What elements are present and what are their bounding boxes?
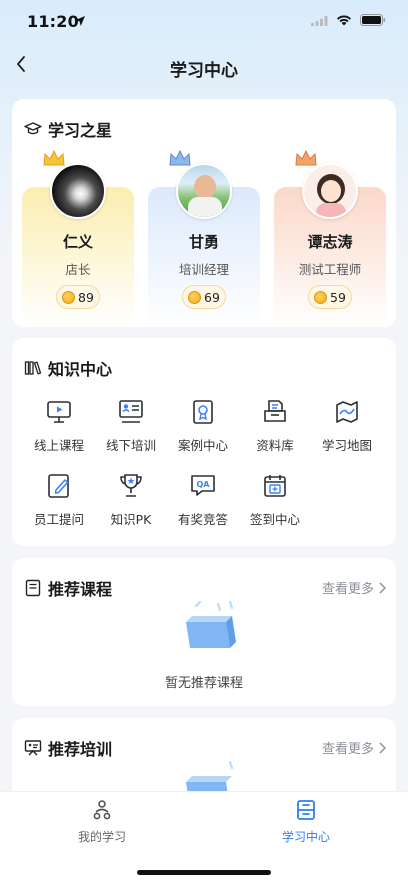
points-value: 69 <box>204 289 220 305</box>
star-card-1[interactable]: 仁义 店长 89 <box>22 149 134 327</box>
grid-item-learning-map[interactable]: 学习地图 <box>311 398 383 454</box>
grid-item-quiz[interactable]: QA 有奖竞答 <box>167 472 239 528</box>
coin-icon <box>188 290 202 304</box>
crown-icon <box>169 149 191 166</box>
study-stars-title: 学习之星 <box>48 121 113 140</box>
grid-item-employee-question[interactable]: 员工提问 <box>23 472 95 528</box>
recommended-training-title: 推荐培训 <box>48 740 113 759</box>
star-name: 谭志涛 <box>307 233 353 251</box>
star-role: 测试工程师 <box>298 262 362 277</box>
grid-label: 线上课程 <box>33 438 84 453</box>
archive-icon <box>264 400 286 422</box>
grid-label: 签到中心 <box>249 512 300 527</box>
points-value: 89 <box>78 289 94 305</box>
grid-label: 案例中心 <box>177 438 228 453</box>
knowledge-center-title: 知识中心 <box>48 360 113 379</box>
classroom-icon <box>119 400 143 423</box>
points-badge: 59 <box>308 285 352 309</box>
knowledge-center-card: 知识中心 线上课程 线下培训 案例中心 资料库 学习地图 员工提问 知识PK Q… <box>12 338 396 546</box>
signal-icon <box>311 15 328 26</box>
avatar <box>176 163 232 219</box>
chevron-right-icon <box>379 741 386 754</box>
battery-icon <box>360 14 386 26</box>
points-value: 59 <box>330 289 346 305</box>
coin-icon <box>314 290 328 304</box>
question-edit-icon <box>48 474 69 498</box>
trophy-icon <box>120 474 142 497</box>
case-icon <box>193 400 213 424</box>
grid-label: 有奖竞答 <box>177 512 228 527</box>
study-stars-header: 学习之星 <box>24 117 112 141</box>
avatar <box>50 163 106 219</box>
crown-icon <box>43 149 65 166</box>
qa-icon: QA <box>191 475 215 496</box>
star-card-2[interactable]: 甘勇 培训经理 69 <box>148 149 260 327</box>
grid-item-case-center[interactable]: 案例中心 <box>167 398 239 454</box>
calendar-sign-icon <box>264 475 286 497</box>
view-more-courses-link[interactable]: 查看更多 <box>322 578 386 597</box>
location-arrow-icon <box>75 16 85 26</box>
study-stars-card: 学习之星 仁义 店长 89 甘勇 培训经理 69 谭志涛 测试工程师 59 <box>12 99 396 327</box>
star-role: 店长 <box>65 262 91 277</box>
nav-bar: 学习中心 <box>0 44 408 92</box>
view-more-label: 查看更多 <box>321 582 374 597</box>
status-indicators <box>311 14 386 26</box>
grid-label: 知识PK <box>110 512 152 527</box>
wifi-icon <box>337 15 351 26</box>
points-badge: 69 <box>182 285 226 309</box>
status-time: 11:20 <box>27 12 79 31</box>
star-name: 仁义 <box>62 233 93 251</box>
grid-item-knowledge-pk[interactable]: 知识PK <box>95 472 167 528</box>
recommended-courses-card: 推荐课程 查看更多 暂无推荐课程 <box>12 558 396 706</box>
view-more-training-link[interactable]: 查看更多 <box>322 738 386 757</box>
points-badge: 89 <box>56 285 100 309</box>
grid-label: 员工提问 <box>33 512 84 527</box>
recommended-training-header: 推荐培训 <box>24 736 112 760</box>
document-icon <box>25 579 41 597</box>
tab-label: 学习中心 <box>281 830 330 844</box>
grid-label: 线下培训 <box>105 438 156 453</box>
grid-item-online-course[interactable]: 线上课程 <box>23 398 95 454</box>
status-bar: 11:20 <box>0 0 408 44</box>
avatar <box>302 163 358 219</box>
chevron-right-icon <box>379 581 386 594</box>
coin-icon <box>62 290 76 304</box>
grid-item-check-in[interactable]: 签到中心 <box>239 472 311 528</box>
video-icon <box>47 401 71 423</box>
people-icon <box>93 800 111 820</box>
recommended-courses-header: 推荐课程 <box>24 576 112 600</box>
star-name: 甘勇 <box>188 233 219 251</box>
empty-box-illustration <box>186 601 236 648</box>
books-icon <box>24 361 42 375</box>
recommended-courses-title: 推荐课程 <box>48 580 113 599</box>
star-card-3[interactable]: 谭志涛 测试工程师 59 <box>274 149 386 327</box>
grid-item-archive[interactable]: 资料库 <box>239 398 311 454</box>
home-indicator <box>137 870 271 875</box>
empty-state-text: 暂无推荐课程 <box>164 676 243 691</box>
star-role: 培训经理 <box>178 262 229 277</box>
tab-learning-center[interactable]: 学习中心 <box>246 798 366 845</box>
tab-my-learning[interactable]: 我的学习 <box>42 798 162 845</box>
grid-label: 资料库 <box>256 438 294 453</box>
map-icon <box>336 401 358 423</box>
view-more-label: 查看更多 <box>321 742 374 757</box>
presentation-icon <box>24 740 42 756</box>
graduation-cap-icon <box>24 122 42 135</box>
tab-label: 我的学习 <box>77 830 126 844</box>
svg-text:QA: QA <box>197 480 211 489</box>
grid-label: 学习地图 <box>321 438 372 453</box>
page-title: 学习中心 <box>170 61 238 81</box>
knowledge-center-header: 知识中心 <box>24 356 112 380</box>
learning-center-icon <box>297 800 315 820</box>
grid-item-offline-training[interactable]: 线下培训 <box>95 398 167 454</box>
crown-icon <box>295 149 317 166</box>
